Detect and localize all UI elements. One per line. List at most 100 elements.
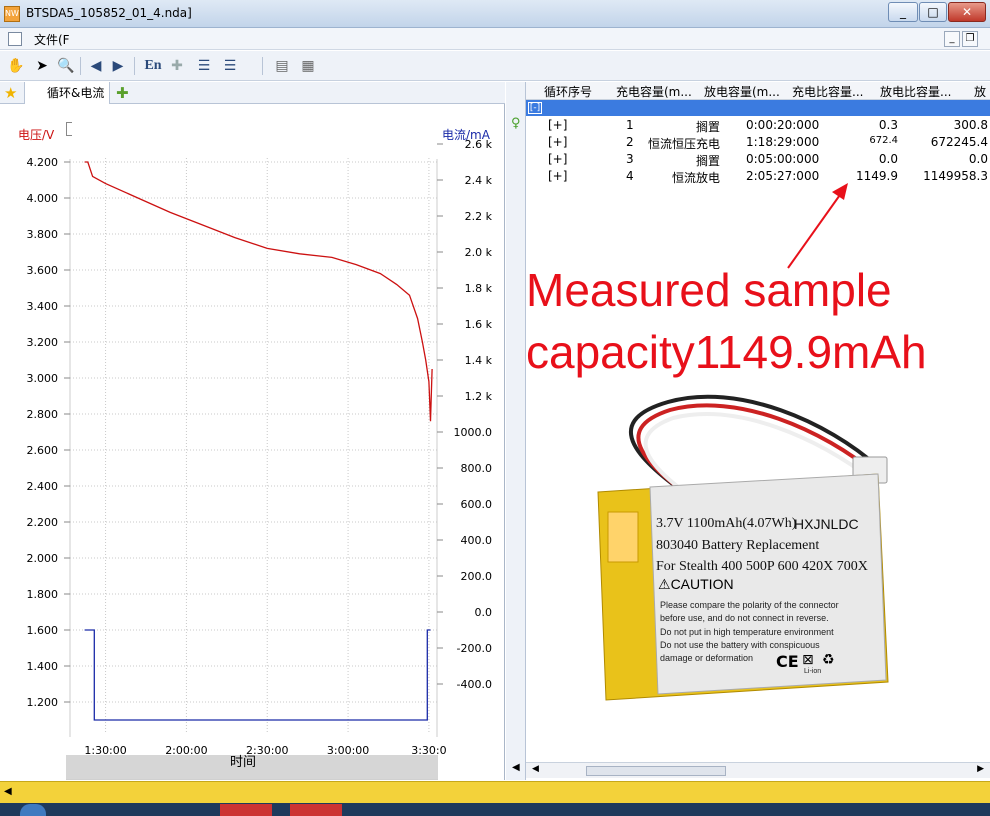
y-left-tick-label: 3.600 (27, 264, 59, 277)
y-right-tick-label: -200.0 (457, 642, 492, 655)
status-bar: ◀ (0, 781, 990, 803)
col-header-more[interactable]: 放 (974, 83, 990, 100)
collapse-button[interactable]: [-] (528, 102, 542, 114)
discharge-cell: 300.8 (953, 118, 988, 132)
taskbar-app-1[interactable] (220, 804, 272, 816)
step-cell: 搁置 (695, 120, 720, 134)
arrow-left-icon[interactable]: ◀ (86, 56, 106, 76)
y-left-tick-label: 2.200 (27, 516, 59, 529)
charge-cell: 0.0 (878, 152, 898, 166)
battery-spec: 3.7V 1100mAh(4.07Wh) (656, 516, 797, 531)
mdi-minimize-button[interactable]: _ (944, 31, 960, 47)
y-right-tick-label: 600.0 (461, 498, 493, 511)
table-row[interactable]: [+] 2 恒流恒压充电 1:18:29:000 672.4 672245.4 (526, 135, 990, 152)
chart-tab-bar: ★ 循环&电流 ✚ (0, 82, 505, 104)
list-check-icon[interactable]: ☰ (220, 56, 240, 76)
document-icon (8, 32, 22, 46)
col-header-discharge[interactable]: 放电容量(m... (704, 83, 788, 100)
y-right-tick-label: 1.6 k (465, 318, 493, 331)
taskbar (0, 803, 990, 816)
y-left-tick-label: 4.000 (27, 192, 59, 205)
y-left-tick-label: 1.600 (27, 624, 59, 637)
table-row[interactable]: [+] 1 搁置 0:00:20:000 0.3 300.8 (526, 118, 990, 135)
pointer-icon[interactable]: ➤ (32, 56, 52, 76)
y-right-tick-label: 2.0 k (465, 246, 493, 259)
y-right-tick-label: 1.4 k (465, 354, 493, 367)
table-row[interactable]: [+] 3 搁置 0:05:00:000 0.0 0.0 (526, 152, 990, 169)
pin-icon[interactable]: ✚ (168, 56, 186, 76)
cycle-cell: 1 (626, 118, 634, 132)
y-right-tick-label: 1.2 k (465, 390, 493, 403)
grid-view-icon[interactable]: ▤ (272, 56, 292, 76)
scroll-left-icon[interactable]: ◀ (532, 764, 539, 774)
scroll-left-icon[interactable]: ◀ (512, 762, 520, 773)
title-bar: NW BTSDA5_105852_01_4.nda] _ □ ✕ (0, 0, 990, 28)
close-button[interactable]: ✕ (948, 2, 986, 22)
selected-row[interactable]: [-] (526, 100, 990, 116)
charge-cell: 672.4 (869, 135, 898, 146)
warning-text: Do not use the battery with conspicuous (660, 640, 820, 650)
taskbar-app-2[interactable] (290, 804, 342, 816)
y-right-tick-label: 2.2 k (465, 210, 493, 223)
mdi-restore-button[interactable]: ❐ (962, 31, 978, 47)
col-header-discharge-specific[interactable]: 放电比容量... (880, 83, 964, 100)
battery-brand: HXJNLDC (794, 516, 859, 532)
tab-cycle-current[interactable]: 循环&电流 (24, 82, 110, 104)
voltage-current-chart[interactable]: 4.200 4.000 3.800 3.600 3.400 3.200 3.000 2.800… (0, 104, 505, 780)
col-header-charge-specific[interactable]: 充电比容量... (792, 83, 876, 100)
x-axis-label: 时间 (230, 755, 257, 770)
table-view-icon[interactable]: ▦ (298, 56, 318, 76)
horizontal-scrollbar[interactable]: ◀ ▶ (526, 762, 990, 778)
start-button[interactable] (20, 804, 46, 816)
favorite-star-icon[interactable]: ★ (4, 82, 20, 104)
warning-text: before use, and do not connect in revers… (660, 613, 829, 623)
y-left-tick-label: 3.400 (27, 300, 59, 313)
y-left-tick-label: 1.200 (27, 696, 59, 709)
col-header-charge[interactable]: 充电容量(m... (616, 83, 700, 100)
y-right-tick-label: 2.4 k (465, 174, 493, 187)
pane-divider[interactable]: ♀ ◀ (506, 82, 526, 780)
warning-icon: ⚠ (658, 576, 671, 592)
arrow-right-icon[interactable]: ▶ (108, 56, 128, 76)
zoom-icon[interactable]: 🔍 (56, 56, 76, 76)
chart-series (84, 161, 433, 721)
maximize-button[interactable]: □ (919, 2, 947, 22)
y-left-tick-label: 2.600 (27, 444, 59, 457)
warning-text: Do not put in high temperature environme… (660, 627, 834, 637)
english-button[interactable]: En (142, 56, 164, 76)
y-right-tick-label: 1.8 k (465, 282, 493, 295)
cycle-cell: 2 (626, 135, 634, 149)
hand-icon[interactable]: ✋ (6, 56, 26, 76)
discharge-cell: 0.0 (968, 152, 988, 166)
time-cell: 0:00:20:000 (746, 118, 820, 132)
list-edit-icon[interactable]: ☰ (194, 56, 214, 76)
warning-text: damage or deformation (660, 653, 754, 663)
scrollbar-thumb[interactable] (586, 766, 726, 776)
expand-button[interactable]: [+] (548, 135, 567, 149)
toolbar-separator (134, 57, 135, 75)
warning-text: Please compare the polarity of the conne… (660, 600, 839, 610)
minimize-button[interactable]: _ (888, 2, 918, 22)
expand-button[interactable]: [+] (548, 152, 567, 166)
status-left-icon[interactable]: ◀ (4, 786, 12, 797)
step-cell: 恒流恒压充电 (647, 137, 720, 151)
y-right-tick-label: 0.0 (475, 606, 493, 619)
scroll-right-icon[interactable]: ▶ (977, 764, 984, 774)
cycle-cell: 3 (626, 152, 634, 166)
voltage-series-line (84, 161, 433, 422)
menu-file[interactable]: 文件(F (34, 31, 70, 48)
add-tab-icon[interactable]: ✚ (116, 82, 134, 104)
app-icon: NW (4, 6, 20, 22)
y-left-tick-label: 1.400 (27, 660, 59, 673)
y-left-tick-label: 3.800 (27, 228, 59, 241)
annotation-line-1: Measured sample (526, 264, 892, 316)
toolbar: ✋ ➤ 🔍 ◀ ▶ En ✚ ☰ ☰ ▤ ▦ (0, 51, 990, 81)
data-pane: 循环序号 充电容量(m... 放电容量(m... 充电比容量... 放电比容量.… (526, 82, 990, 780)
toolbar-separator (80, 57, 81, 75)
y-left-axis-label: 电压/V (18, 128, 55, 142)
grid-header: 循环序号 充电容量(m... 放电容量(m... 充电比容量... 放电比容量.… (526, 82, 990, 100)
window-title: BTSDA5_105852_01_4.nda] (26, 6, 192, 20)
toolbar-separator (262, 57, 263, 75)
expand-button[interactable]: [+] (548, 118, 567, 132)
step-cell: 搁置 (695, 154, 720, 168)
